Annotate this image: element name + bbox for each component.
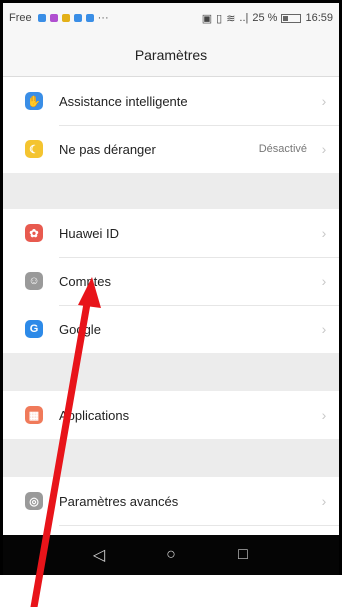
settings-group: ▦ Applications › [3,391,339,439]
carrier-label: Free [9,12,32,24]
battery-percent: 25 % [252,12,278,24]
wifi-icon: ≋ [226,12,236,25]
page-title: Paramètres [3,33,339,77]
clock: 16:59 [305,12,333,24]
nfc-icon: ▣ [201,12,213,25]
user-icon: ☺ [25,272,43,290]
battery-icon [281,13,302,23]
notification-icon [37,14,46,22]
chevron-right-icon: › [321,321,327,337]
settings-item-label: Google [59,321,101,337]
notification-icon [61,14,70,22]
notification-icon [85,14,94,22]
status-left: Free ··· [9,12,109,24]
settings-item[interactable]: G Google › [3,305,339,353]
settings-item-label: Applications [59,407,130,423]
settings-group: ✿ Huawei ID › ☺ Comptes › G Google › [3,209,339,353]
chevron-right-icon: › [321,493,327,509]
signal-icon: ..| [239,12,249,24]
chevron-right-icon: › [321,225,327,241]
back-button[interactable]: ◁ [85,545,113,565]
recent-apps-button[interactable]: □ [229,546,257,564]
section-divider [3,173,339,209]
chevron-right-icon: › [321,407,327,423]
assistance-icon: ✋ [25,92,43,110]
settings-item[interactable]: ▦ Applications › [3,391,339,439]
notification-icon [73,14,82,22]
chevron-right-icon: › [321,141,327,157]
status-right: ▣ ▯ ≋ ..| 25 % 16:59 [202,12,333,25]
home-button[interactable]: ○ [157,546,185,564]
vibrate-icon: ▯ [216,12,223,25]
settings-item[interactable]: ✿ Huawei ID › [3,209,339,257]
settings-item-value: Désactivé [258,143,307,155]
settings-item[interactable]: ☾ Ne pas déranger Désactivé › [3,125,339,173]
huawei-icon: ✿ [25,224,43,242]
navigation-bar: ◁ ○ □ [3,535,339,575]
settings-list: ✋ Assistance intelligente › ☾ Ne pas dérange… [3,77,339,575]
phone-screen: Free ··· ▣ ▯ ≋ ..| 25 % 16:59 Paramètres… [0,0,342,575]
notification-icon [49,14,58,22]
section-divider [3,353,339,391]
google-icon: G [25,320,43,338]
settings-item[interactable]: ◎ Paramètres avancés › [3,477,339,525]
settings-item-label: Paramètres avancés [59,493,179,509]
chevron-right-icon: › [321,273,327,289]
settings-item[interactable]: ☺ Comptes › [3,257,339,305]
chevron-right-icon: › [321,93,327,109]
settings-item[interactable]: ✋ Assistance intelligente › [3,77,339,125]
settings-item-label: Assistance intelligente [59,93,188,109]
settings-item-label: Comptes [59,273,112,289]
apps-icon: ▦ [25,406,43,424]
more-notifications-icon: ··· [97,12,109,24]
settings-item-label: Ne pas déranger [59,141,156,157]
section-divider [3,439,339,477]
status-bar: Free ··· ▣ ▯ ≋ ..| 25 % 16:59 [3,3,339,33]
moon-icon: ☾ [25,140,43,158]
advanced-settings-icon: ◎ [25,492,43,510]
settings-item-label: Huawei ID [59,225,119,241]
settings-group: ✋ Assistance intelligente › ☾ Ne pas dérange… [3,77,339,173]
